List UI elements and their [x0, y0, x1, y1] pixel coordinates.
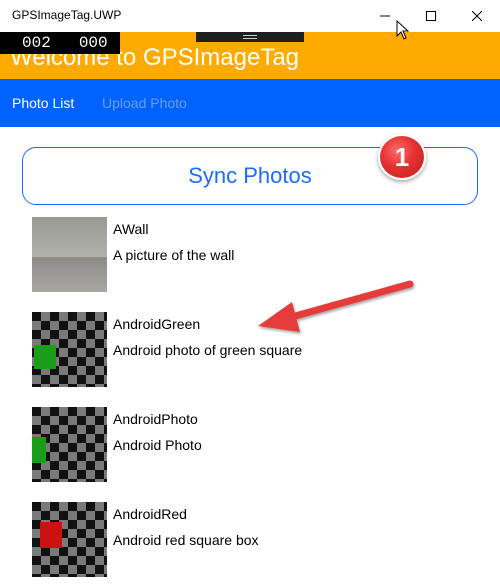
photo-thumbnail — [32, 407, 107, 482]
list-item[interactable]: AndroidRed Android red square box — [32, 502, 472, 578]
photo-description: Android red square box — [113, 532, 259, 548]
photo-thumbnail — [32, 312, 107, 387]
photo-name: AWall — [113, 221, 149, 237]
photo-description: A picture of the wall — [113, 247, 235, 263]
photo-description: Android photo of green square — [113, 342, 303, 358]
mouse-cursor-icon — [396, 20, 410, 40]
wall-image — [32, 217, 107, 292]
photo-description: Android Photo — [113, 437, 202, 453]
photo-thumbnail — [32, 502, 107, 577]
annotation-arrow-icon — [258, 280, 414, 332]
photo-name: AndroidPhoto — [113, 411, 198, 427]
photo-name: AndroidRed — [113, 506, 187, 522]
photo-name: AndroidGreen — [113, 316, 201, 332]
checkerboard-image — [32, 312, 107, 387]
list-item[interactable]: AndroidPhoto Android Photo — [32, 407, 472, 483]
app-window: GPSImageTag.UWP Welcome to GPSImageTag 0… — [0, 0, 500, 588]
checkerboard-image — [32, 502, 107, 577]
checkerboard-image — [32, 407, 107, 482]
photo-thumbnail — [32, 217, 107, 292]
